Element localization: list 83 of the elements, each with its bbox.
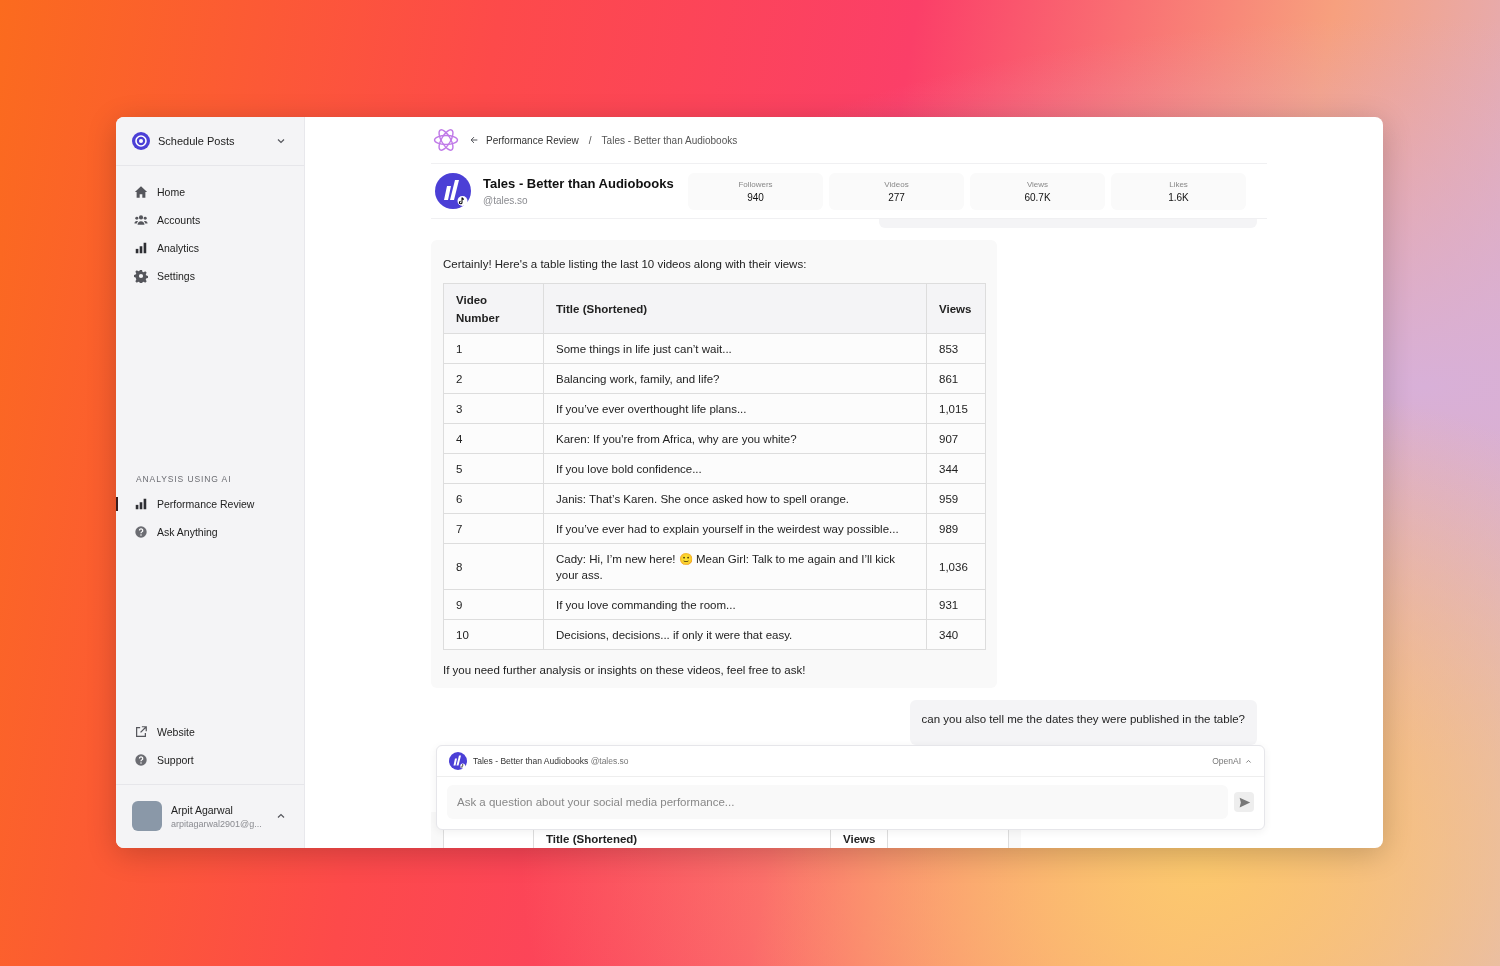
table-cell: If you love bold confidence... [543,453,927,484]
table-cell: 7 [443,513,544,544]
breadcrumb-separator: / [588,134,592,146]
bar-chart-icon [134,497,148,511]
chevron-down-icon[interactable] [276,136,286,146]
help-icon [134,753,148,767]
nav-item[interactable]: Settings [116,262,304,290]
nav-item[interactable]: Accounts [116,206,304,234]
external-link-icon [134,725,148,739]
column-header: Views [926,283,986,334]
stat-label: Likes [1169,179,1188,189]
table-cell: Balancing work, family, and life? [543,363,927,394]
chevron-up-icon [1245,757,1252,765]
nav-item[interactable]: Home [116,178,304,206]
stat-value: 277 [888,191,905,203]
stat-label: Followers [738,179,773,189]
table-cell: 931 [926,589,986,620]
table-cell: 6 [443,483,544,514]
user-name: Arpit Agarwal [171,803,234,816]
table-cell: 4 [443,423,544,454]
table-cell: If you love commanding the room... [543,589,927,620]
table-cell: 344 [926,453,986,484]
send-button[interactable] [1234,792,1254,812]
table-cell: 861 [926,363,986,394]
breadcrumb-current: Tales - Better than Audiobooks [601,134,738,146]
nav-item[interactable]: Performance Review [116,490,304,518]
nav-item[interactable]: Analytics [116,234,304,262]
stat-value: 940 [747,191,764,203]
atom-icon [433,127,459,153]
table-cell: 1,015 [926,393,986,424]
avatar-placeholder [132,801,162,831]
user-email: arpitagarwal2901@g... [171,818,263,829]
table-cell: Janis: That’s Karen. She once asked how to spell orange. [543,483,927,514]
bar-chart-icon [134,241,148,255]
table-cell: Some things in life just can’t wait... [543,333,927,364]
settings-icon [134,269,148,283]
table-cell: If you’ve ever had to explain yourself in the weirdest way possible... [543,513,927,544]
stat-label: Videos [884,179,909,189]
workspace-name: Schedule Posts [158,135,236,147]
chevron-up-icon[interactable] [276,811,286,821]
table-cell: 9 [443,589,544,620]
model-selector[interactable]: OpenAI [1212,756,1252,766]
table-cell: 3 [443,393,544,424]
stat-value: 60.7K [1024,191,1051,203]
channel-logo-icon [435,173,471,209]
table-cell: 2 [443,363,544,394]
table-cell: 340 [926,619,986,650]
table-cell: 959 [926,483,986,514]
table-cell: 907 [926,423,986,454]
table-cell: 1 [443,333,544,364]
message-text: If you need further analysis or insights on these videos, feel free to ask! [443,664,807,676]
column-header: Title (Shortened) [543,283,927,334]
nav-item[interactable]: Ask Anything [116,518,304,546]
back-link[interactable]: Performance Review [469,134,579,146]
table-cell: 10 [443,619,544,650]
footer-link[interactable]: Support [116,746,304,774]
table-cell: 8 [443,543,544,590]
message-text: Certainly! Here's a table listing the last 10 videos along with their views: [443,258,808,270]
stat-label: Views [1026,179,1049,189]
table-cell: 989 [926,513,986,544]
help-icon [134,525,148,539]
table-cell: 1,036 [926,543,986,590]
footer-link[interactable]: Website [116,718,304,746]
send-icon [1237,795,1251,809]
target-logo-icon [132,132,150,150]
back-arrow-icon [469,135,479,145]
table-cell: 5 [443,453,544,484]
table-cell: Karen: If you're from Africa, why are you white? [543,423,927,454]
user-message: can you also tell me the dates they were published in the table? [909,700,1257,745]
users-icon [134,213,148,227]
account-name: Tales - Better than Audiobooks [483,176,675,191]
stat-value: 1.6K [1168,191,1189,203]
home-icon [134,185,148,199]
channel-logo-icon [449,752,467,770]
selected-account[interactable]: Tales - Better than Audiobooks @tales.so [473,756,629,766]
question-input[interactable]: Ask a question about your social media performance... [447,785,1228,819]
section-heading: ANALYSIS USING AI [135,474,233,486]
column-header: Video Number [443,283,544,334]
table-cell: 853 [926,333,986,364]
table-cell: Cady: Hi, I’m new here! 🙂 Mean Girl: Talk to me again and I’ll kick your ass. [543,543,927,590]
table-cell: Decisions, decisions... if only it were that easy. [543,619,927,650]
table-cell: If you’ve ever overthought life plans... [543,393,927,424]
account-handle: @tales.so [483,195,529,206]
